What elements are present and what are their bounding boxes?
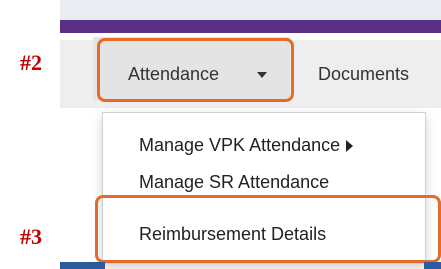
menu-item-manage-vpk-attendance-label: Manage VPK Attendance <box>139 135 341 155</box>
step-label-3: #3 <box>20 224 42 249</box>
menu-item-manage-sr-attendance[interactable]: Manage SR Attendance <box>139 172 329 193</box>
menu-item-manage-vpk-attendance[interactable]: Manage VPK Attendance <box>139 135 354 156</box>
bottom-bar-left <box>60 262 105 269</box>
highlight-box-attendance <box>97 38 294 102</box>
step-label-2: #2 <box>20 50 42 75</box>
submenu-arrow-icon <box>346 140 354 153</box>
tab-documents[interactable]: Documents <box>318 64 409 85</box>
bottom-bar-right <box>424 262 441 269</box>
highlight-box-reimbursement <box>95 195 441 263</box>
header-bar <box>60 20 441 33</box>
top-strip <box>60 0 441 20</box>
